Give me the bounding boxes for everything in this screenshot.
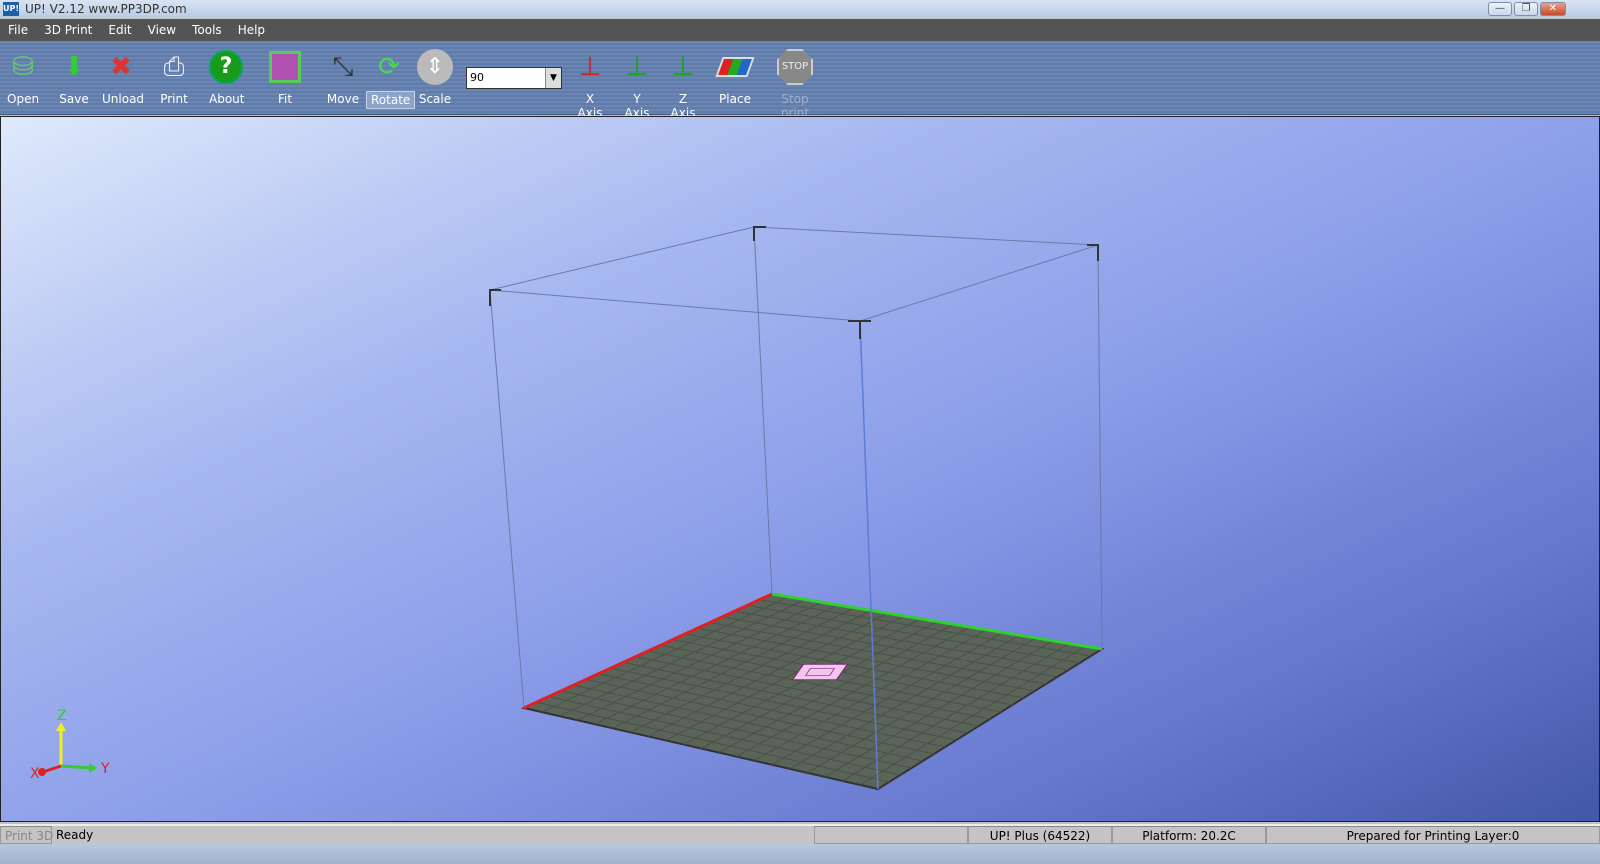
save-icon: ⬇ [63,52,85,82]
box-edge [753,226,773,595]
z-axis-button[interactable]: ⊥ Z Axis [663,47,703,121]
open-button[interactable]: ⛁ Open [3,47,43,107]
close-button[interactable]: ✕ [1540,2,1566,16]
help-icon: ? [206,47,246,87]
box-edge [1097,244,1103,650]
fit-cube-icon [265,47,305,87]
minimize-button[interactable]: — [1488,2,1512,16]
status-printer: UP! Plus (64522) [968,826,1112,844]
menu-help[interactable]: Help [238,23,265,37]
menu-edit[interactable]: Edit [108,23,131,37]
y-axis-icon: ⊥ [625,52,649,82]
app-icon: UP! [3,2,19,16]
stop-sign-icon: STOP [775,47,815,87]
scale-button[interactable]: ⇕ Scale [414,47,456,107]
axis-label-z: Z [57,708,67,724]
printer-icon: ⎙ [163,51,185,82]
status-platform-temp: Platform: 20.2C [1112,826,1266,844]
x-axis-icon: ⊥ [578,52,602,82]
rotate-icon: ⟳ [378,52,400,82]
status-empty [814,826,968,844]
menu-view[interactable]: View [148,23,176,37]
menu-tools[interactable]: Tools [192,23,222,37]
taskbar [0,844,1600,864]
save-button[interactable]: ⬇ Save [54,47,94,107]
menu-bar: File 3D Print Edit View Tools Help [0,19,1600,41]
rotate-button[interactable]: ⟳ Rotate [366,47,416,109]
scene: Z Y X [30,226,1105,791]
fit-button[interactable]: Fit [262,47,308,107]
unload-icon: ✖ [110,52,132,82]
title-bar: UP! UP! V2.12 www.PP3DP.com — ❐ ✕ [0,0,1600,18]
stop-print-button[interactable]: STOP Stop print [766,47,824,121]
axis-indicator: Z Y X [30,708,110,782]
chevron-down-icon[interactable]: ▼ [545,68,561,88]
status-bar: Print 3D Ready UP! Plus (64522) Platform… [0,824,1600,844]
open-icon: ⛁ [12,52,34,82]
platform-grid [520,592,1105,791]
place-blocks-icon [715,47,755,87]
about-button[interactable]: ? About [205,47,247,107]
menu-3d-print[interactable]: 3D Print [44,23,92,37]
move-button[interactable]: ⤡ Move [322,47,364,107]
3d-viewport[interactable]: Z Y X [0,116,1600,822]
toolbar: ⛁ Open ⬇ Save ✖ Unload ⎙ Print ? About Fit ⤡ M… [0,41,1600,120]
y-axis-button[interactable]: ⊥ Y Axis [617,47,657,121]
status-state: Ready [56,828,94,842]
axis-label-y: Y [100,761,110,777]
move-arrows-icon: ⤡ [332,51,354,82]
place-button[interactable]: Place [714,47,756,107]
menu-file[interactable]: File [8,23,28,37]
box-edge [489,289,525,709]
angle-combobox[interactable]: 90 ▼ [466,67,562,89]
print-button[interactable]: ⎙ Print [154,47,194,107]
window-title: UP! V2.12 www.PP3DP.com [25,2,187,16]
restore-button[interactable]: ❐ [1514,2,1538,16]
unload-button[interactable]: ✖ Unload [98,47,144,107]
x-axis-button[interactable]: ⊥ X Axis [570,47,610,121]
axis-label-x: X [30,766,40,782]
status-layer: Prepared for Printing Layer:0 [1266,826,1600,844]
box-corner-markers [489,226,1099,339]
build-volume-box [489,226,1099,322]
z-axis-icon: ⊥ [671,52,695,82]
status-mode: Print 3D [0,826,53,844]
scale-icon: ⇕ [415,47,455,87]
